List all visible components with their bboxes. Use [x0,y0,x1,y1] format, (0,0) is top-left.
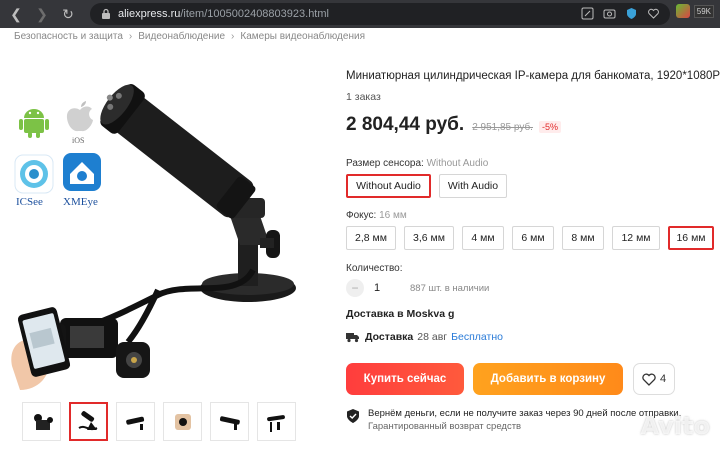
focus-option[interactable]: 12 мм [612,226,660,250]
forward-icon[interactable]: ❯ [32,4,52,24]
shipping-row: Доставка 28 авг Бесплатно [346,331,503,343]
focus-label-text: Фокус: [346,210,377,221]
focus-option[interactable]: 8 мм [562,226,604,250]
lock-icon [102,8,110,19]
quantity-value[interactable]: 1 [372,282,382,294]
shipping-free: Бесплатно [451,331,503,343]
truck-icon [346,333,359,343]
sensor-option[interactable]: Without Audio [346,174,431,198]
heart-icon[interactable] [647,7,660,20]
breadcrumb-item[interactable]: Безопасность и защита [14,31,123,42]
orders-count: 1 заказ [346,91,381,103]
thumbnail[interactable] [210,402,249,441]
thumbnail[interactable] [163,402,202,441]
browser-toolbar: ❮ ❯ ↻ aliexpress.ru/item/100500240880392… [0,0,720,28]
guarantee-line2: Гарантированный возврат средств [368,421,522,432]
sensor-option[interactable]: With Audio [439,174,507,198]
add-to-cart-button[interactable]: Добавить в корзину [473,363,623,395]
discount-badge: -5% [538,121,561,133]
url-domain: aliexpress.ru [118,8,181,20]
reload-icon[interactable]: ↻ [58,4,78,24]
url-path: /item/1005002408803923.html [180,8,329,20]
stock-count: 887 шт. в наличии [410,283,490,294]
thumbnail[interactable] [22,402,61,441]
avito-watermark: Avito [640,412,710,440]
current-price: 2 804,44 руб. [346,114,465,135]
delivery-destination[interactable]: Доставка в Moskva g [346,308,454,320]
extension-icon[interactable] [675,4,690,18]
chevron-right-icon: › [128,30,133,42]
focus-option[interactable]: 2,8 мм [346,226,396,250]
sensor-selected-value: Without Audio [426,158,489,169]
shipping-date: 28 авг [417,331,448,343]
address-bar[interactable]: aliexpress.ru/item/1005002408803923.html [90,3,670,25]
guarantee-line1: Вернём деньги, если не получите заказ че… [368,408,682,419]
breadcrumb-item[interactable]: Камеры видеонаблюдения [240,31,365,42]
buy-now-button[interactable]: Купить сейчас [346,363,464,395]
page-root: ❮ ❯ ↻ aliexpress.ru/item/100500240880392… [0,0,720,450]
focus-option[interactable]: 6 мм [512,226,554,250]
thumbnail-strip [22,402,296,441]
quantity-minus-button[interactable]: − [346,279,364,297]
heart-outline-icon [642,373,656,386]
shield-check-icon [347,409,359,423]
sensor-label: Размер сенсора: Without Audio [346,158,488,169]
chevron-right-icon: › [231,30,235,42]
focus-option[interactable]: 3,6 мм [404,226,454,250]
shield-icon[interactable] [625,7,638,20]
focus-label: Фокус: 16 мм [346,210,407,221]
extension-badge[interactable]: 59K [693,4,714,18]
thumbnail[interactable] [116,402,155,441]
sensor-label-text: Размер сенсора: [346,158,424,169]
product-main-image[interactable]: iOS ICSee XMEye [8,60,328,390]
edit-icon[interactable] [581,7,594,20]
focus-option[interactable]: 4 мм [462,226,504,250]
thumbnail[interactable] [257,402,296,441]
product-title: Миниатюрная цилиндрическая IP-камера для… [346,70,720,82]
smartphone-illustration [11,307,71,390]
focus-option[interactable]: 16 мм [668,226,714,250]
wishlist-count: 4 [659,373,667,385]
quantity-label: Количество: [346,263,403,274]
wishlist-button[interactable]: 4 [633,363,675,395]
old-price: 2 951,85 руб. [472,122,533,133]
price-row: 2 804,44 руб. 2 951,85 руб. -5% [346,114,561,136]
back-icon[interactable]: ❮ [6,4,26,24]
camera-icon[interactable] [603,7,616,20]
breadcrumb: Безопасность и защита › Видеонаблюдение … [14,28,365,44]
shipping-label: Доставка [365,331,414,343]
thumbnail-selected[interactable] [69,402,108,441]
breadcrumb-item[interactable]: Видеонаблюдение [138,31,225,42]
focus-selected-value: 16 мм [379,210,407,221]
